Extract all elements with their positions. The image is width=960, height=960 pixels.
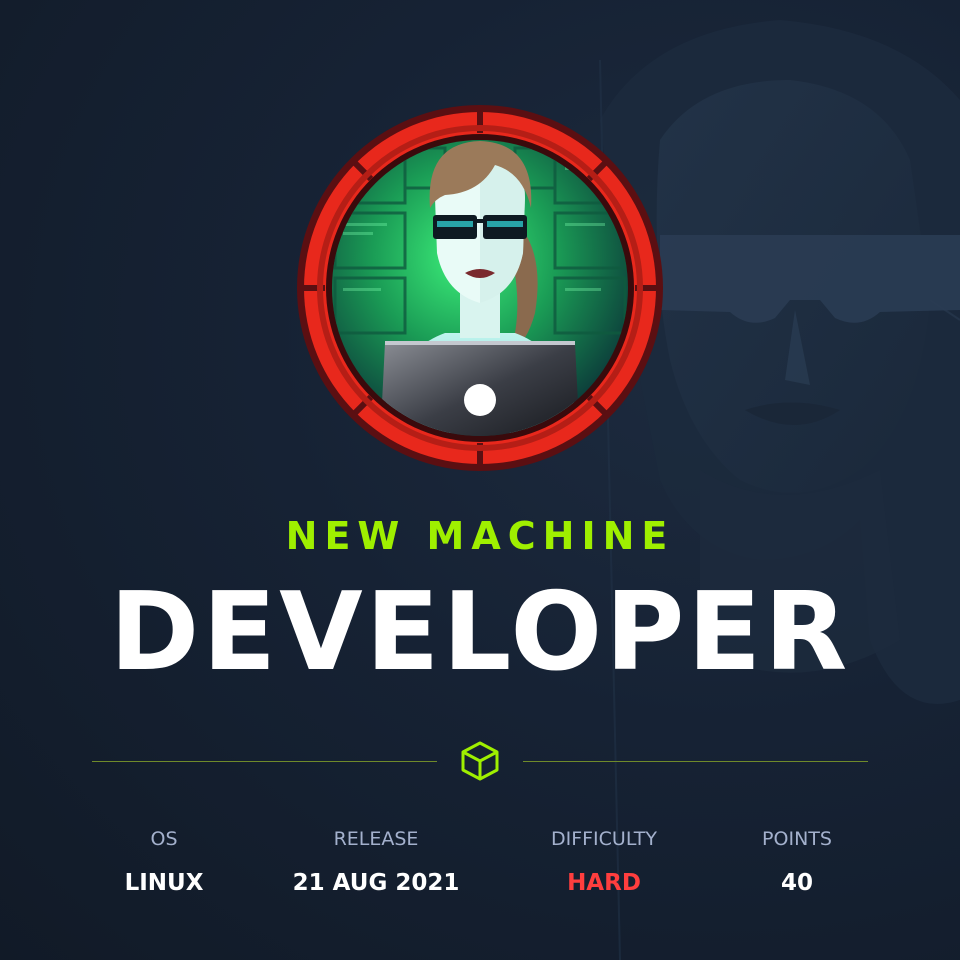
stat-os: OS LINUX [54,826,274,898]
stat-difficulty-label: DIFFICULTY [550,828,658,850]
stat-points: POINTS 40 [687,826,907,898]
stat-release-value: 21 AUG 2021 [292,870,460,896]
developer-avatar-badge-icon [297,105,663,471]
divider-line-left [92,761,437,762]
stat-release-label: RELEASE [333,828,419,850]
stat-release: RELEASE 21 AUG 2021 [266,826,486,898]
divider-line-right [523,761,868,762]
machine-announcement-card: NEW MACHINE DEVELOPER OS LINUX RELEASE 2… [0,0,960,960]
stat-os-label: OS [150,828,178,850]
stat-os-value: LINUX [124,870,204,896]
stat-points-label: POINTS [762,828,832,850]
new-machine-tagline: NEW MACHINE [285,514,675,558]
stat-difficulty-value: HARD [567,870,641,896]
stat-points-value: 40 [780,870,813,896]
stat-difficulty: DIFFICULTY HARD [494,826,714,898]
cube-icon [461,741,499,781]
machine-title: DEVELOPER [109,570,851,695]
